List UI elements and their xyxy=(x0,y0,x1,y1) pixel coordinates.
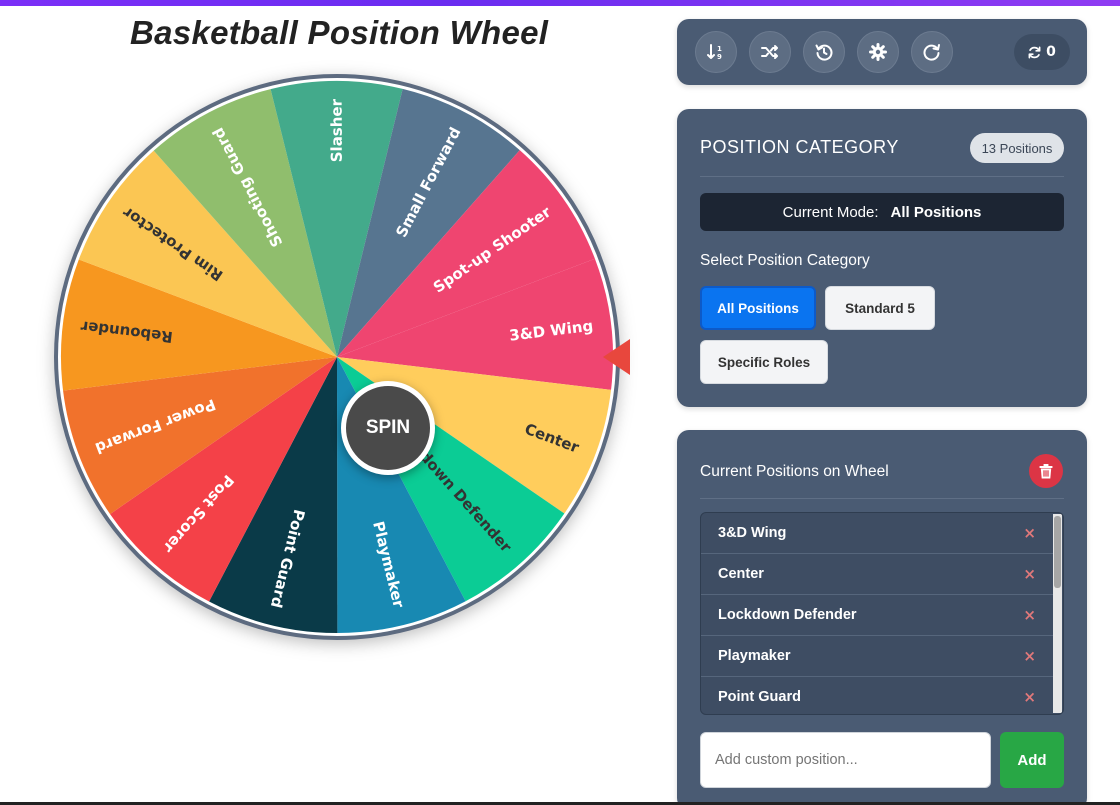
top-accent-bar xyxy=(0,0,1120,6)
list-item: Lockdown Defender × xyxy=(701,595,1054,636)
clear-all-button[interactable] xyxy=(1029,454,1063,488)
settings-button[interactable] xyxy=(857,31,899,73)
category-standard-5-button[interactable]: Standard 5 xyxy=(825,286,935,330)
list-scrollbar[interactable] xyxy=(1053,514,1062,713)
position-name: Lockdown Defender xyxy=(718,607,857,623)
wheel-graphic[interactable]: 3&D WingCenterLockdown DefenderPlaymaker… xyxy=(52,72,632,652)
gear-icon xyxy=(869,43,887,61)
position-name: Playmaker xyxy=(718,648,791,664)
position-count-badge: 13 Positions xyxy=(970,133,1064,163)
category-all-positions-button[interactable]: All Positions xyxy=(700,286,816,330)
list-item: Playmaker × xyxy=(701,636,1054,677)
toolbar-card: 1 9 0 xyxy=(677,19,1087,85)
list-item: Center × xyxy=(701,554,1054,595)
list-item: Point Guard × xyxy=(701,677,1054,714)
category-title: POSITION CATEGORY xyxy=(700,137,899,157)
sort-numeric-icon: 1 9 xyxy=(707,44,722,61)
mode-value: All Positions xyxy=(890,203,982,221)
position-name: 3&D Wing xyxy=(718,525,787,541)
position-name: Point Guard xyxy=(718,689,801,705)
trash-icon xyxy=(1039,463,1053,478)
remove-position-button[interactable]: × xyxy=(1023,647,1036,665)
spin-counter: 0 xyxy=(1014,34,1070,70)
redo-icon xyxy=(923,44,940,61)
spin-count-value: 0 xyxy=(1046,44,1056,60)
spin-wheel[interactable]: 3&D Wing Center Lockdown Defender Playmaker… xyxy=(52,72,632,652)
page-title: Basketball Position Wheel xyxy=(130,14,549,51)
positions-list-title: Current Positions on Wheel xyxy=(700,463,889,480)
mode-label: Current Mode: xyxy=(782,203,879,221)
history-icon xyxy=(815,44,833,61)
sync-icon xyxy=(1028,46,1041,58)
shuffle-button[interactable] xyxy=(749,31,791,73)
position-category-card: POSITION CATEGORY 13 Positions Current M… xyxy=(677,109,1087,407)
select-category-label: Select Position Category xyxy=(700,252,870,269)
list-item: 3&D Wing × xyxy=(701,513,1054,554)
category-divider xyxy=(700,176,1064,177)
svg-text:9: 9 xyxy=(717,53,722,61)
spin-button[interactable]: SPIN xyxy=(341,381,435,475)
reset-button[interactable] xyxy=(911,31,953,73)
positions-list[interactable]: 3&D Wing × Center × Lockdown Defender × … xyxy=(700,512,1064,715)
history-button[interactable] xyxy=(803,31,845,73)
sort-button[interactable]: 1 9 xyxy=(695,31,737,73)
shuffle-icon xyxy=(761,45,778,59)
add-position-button[interactable]: Add xyxy=(1000,732,1064,788)
svg-text:1: 1 xyxy=(717,45,722,53)
wheel-segment-label: Slasher xyxy=(328,98,346,162)
scrollbar-thumb[interactable] xyxy=(1054,516,1061,588)
remove-position-button[interactable]: × xyxy=(1023,688,1036,706)
current-positions-card: Current Positions on Wheel 3&D Wing × Ce… xyxy=(677,430,1087,805)
remove-position-button[interactable]: × xyxy=(1023,606,1036,624)
category-specific-roles-button[interactable]: Specific Roles xyxy=(700,340,828,384)
current-mode-bar: Current Mode: All Positions xyxy=(700,193,1064,231)
remove-position-button[interactable]: × xyxy=(1023,524,1036,542)
position-name: Center xyxy=(718,566,764,582)
custom-position-input[interactable] xyxy=(700,732,991,788)
remove-position-button[interactable]: × xyxy=(1023,565,1036,583)
positions-divider xyxy=(700,498,1064,499)
wheel-pointer-icon xyxy=(603,339,630,375)
